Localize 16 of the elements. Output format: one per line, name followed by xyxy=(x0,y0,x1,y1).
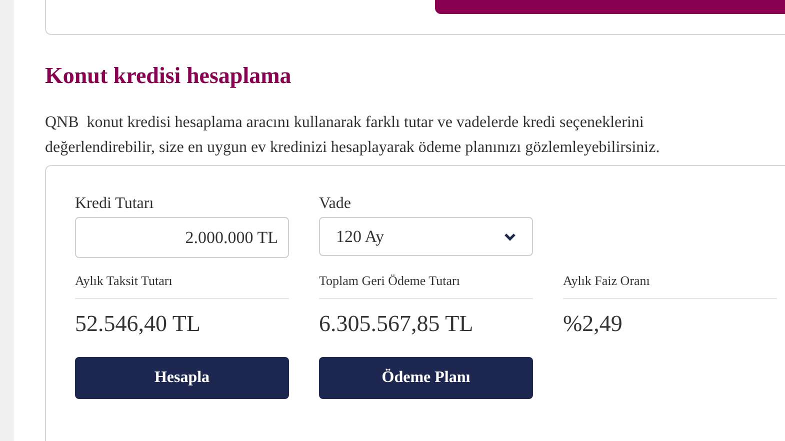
result-value: 6.305.567,85 TL xyxy=(319,310,474,338)
result-label: Toplam Geri Ödeme Tutarı xyxy=(319,272,533,299)
term-select[interactable]: 120 Ay xyxy=(319,217,533,256)
calculator-button[interactable]: Ödeme Planı xyxy=(319,357,533,399)
amount-input[interactable]: 2.000.000 TL xyxy=(75,217,289,258)
result-label: Aylık Faiz Oranı xyxy=(563,272,777,299)
result-value: 52.546,40 TL xyxy=(75,310,202,338)
field-label: Vade xyxy=(319,194,352,214)
calculator-button[interactable]: Hesapla xyxy=(75,357,289,399)
result-value: %2,49 xyxy=(563,310,624,338)
action-button[interactable] xyxy=(435,0,785,14)
chevron-down-icon xyxy=(504,232,516,240)
section-description: QNB konut kredisi hesaplama aracını kullanarak farklı tutar ve vadelerde kredi seçeneklerini değerlendirebilir, size en uygun ev kredinizi hesaplayarak ödeme planınızı gözlemleyebilirsiniz. xyxy=(45,113,661,158)
result-label: Aylık Taksit Tutarı xyxy=(75,272,289,299)
section-title: Konut kredisi hesaplama xyxy=(45,62,292,90)
field-label: Kredi Tutarı xyxy=(75,194,155,214)
